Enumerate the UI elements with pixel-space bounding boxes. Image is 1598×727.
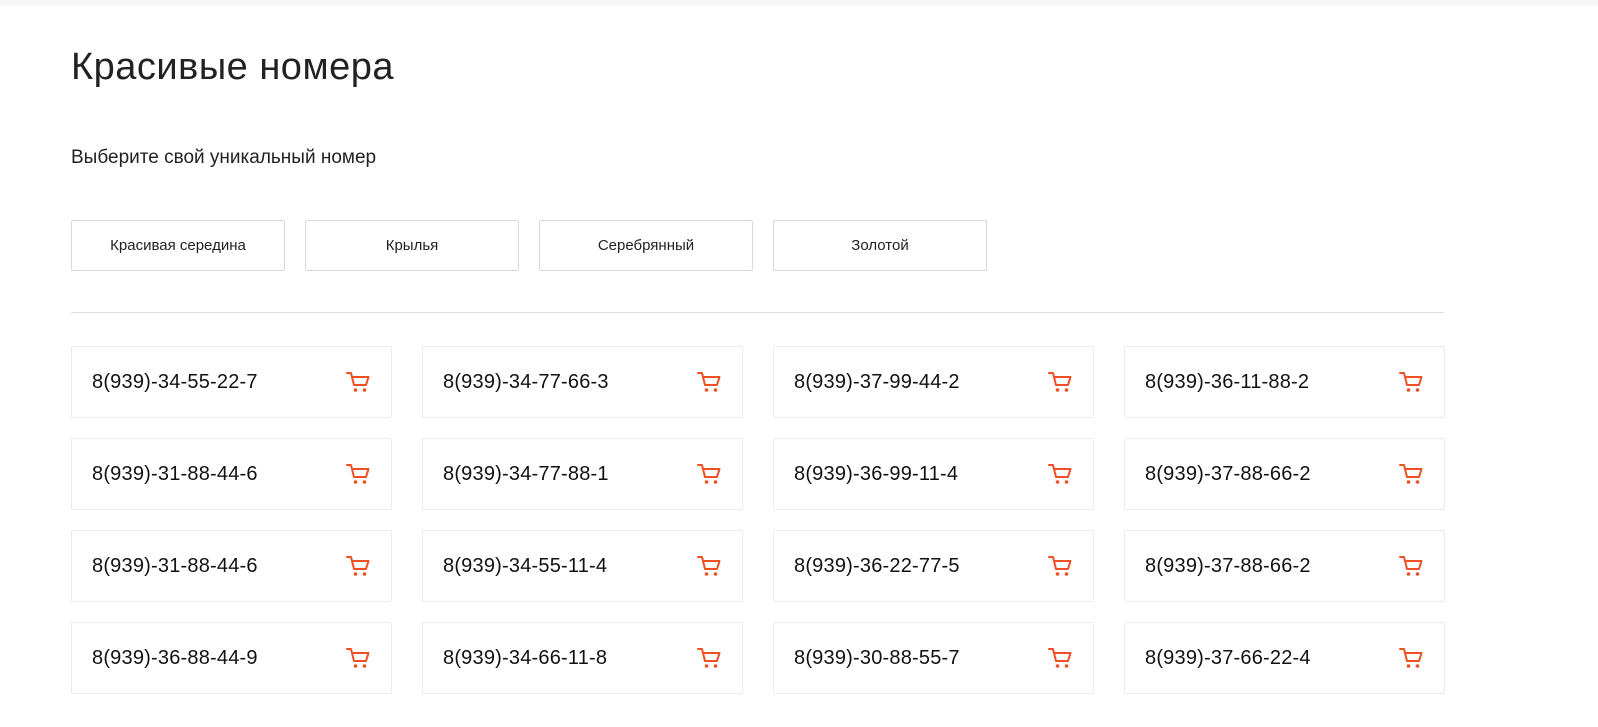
number-card: 8(939)-37-66-22-4 [1124, 622, 1445, 694]
cart-icon[interactable] [696, 553, 722, 579]
cart-icon[interactable] [1047, 553, 1073, 579]
number-card: 8(939)-34-55-11-4 [422, 530, 743, 602]
number-card: 8(939)-36-88-44-9 [71, 622, 392, 694]
page-subtitle: Выберите свой уникальный номер [71, 147, 377, 168]
cart-icon[interactable] [696, 369, 722, 395]
number-card: 8(939)-30-88-55-7 [773, 622, 1094, 694]
cart-icon[interactable] [1398, 369, 1424, 395]
filter-button-wings[interactable]: Крылья [305, 220, 519, 271]
number-card: 8(939)-34-55-22-7 [71, 346, 392, 418]
cart-icon-graphic [1048, 372, 1072, 392]
cart-icon-graphic [1048, 556, 1072, 576]
number-card: 8(939)-31-88-44-6 [71, 438, 392, 510]
cart-icon-graphic [346, 372, 370, 392]
cart-icon-graphic [1399, 464, 1423, 484]
phone-number: 8(939)-36-11-88-2 [1145, 370, 1310, 393]
cart-icon[interactable] [1398, 461, 1424, 487]
number-card: 8(939)-36-11-88-2 [1124, 346, 1445, 418]
phone-number: 8(939)-34-77-66-3 [443, 370, 609, 393]
cart-icon[interactable] [345, 645, 371, 671]
phone-number: 8(939)-31-88-44-6 [92, 554, 258, 577]
number-card: 8(939)-34-77-88-1 [422, 438, 743, 510]
cart-icon-graphic [1399, 372, 1423, 392]
cart-icon[interactable] [1398, 553, 1424, 579]
filter-bar: Красивая середина Крылья Серебрянный Зол… [71, 220, 987, 271]
cart-icon[interactable] [345, 369, 371, 395]
cart-icon-graphic [1399, 556, 1423, 576]
cart-icon[interactable] [1398, 645, 1424, 671]
number-card: 8(939)-37-99-44-2 [773, 346, 1094, 418]
cart-icon-graphic [1048, 648, 1072, 668]
filter-button-gold[interactable]: Золотой [773, 220, 987, 271]
cart-icon[interactable] [345, 553, 371, 579]
cart-icon[interactable] [696, 645, 722, 671]
cart-icon-graphic [346, 556, 370, 576]
page-title: Красивые номера [71, 46, 394, 88]
phone-number: 8(939)-36-22-77-5 [794, 554, 960, 577]
numbers-grid: 8(939)-34-55-22-7 8(939)-34-77-66-3 8(93… [71, 346, 1445, 694]
number-card: 8(939)-31-88-44-6 [71, 530, 392, 602]
cart-icon-graphic [697, 648, 721, 668]
cart-icon[interactable] [345, 461, 371, 487]
cart-icon-graphic [697, 556, 721, 576]
number-card: 8(939)-36-22-77-5 [773, 530, 1094, 602]
cart-icon-graphic [697, 372, 721, 392]
phone-number: 8(939)-34-55-22-7 [92, 370, 258, 393]
phone-number: 8(939)-31-88-44-6 [92, 462, 258, 485]
phone-number: 8(939)-37-88-66-2 [1145, 554, 1311, 577]
phone-number: 8(939)-37-99-44-2 [794, 370, 960, 393]
cart-icon-graphic [346, 648, 370, 668]
divider [71, 312, 1444, 313]
phone-number: 8(939)-36-99-11-4 [794, 462, 959, 485]
number-card: 8(939)-37-88-66-2 [1124, 530, 1445, 602]
cart-icon[interactable] [1047, 369, 1073, 395]
phone-number: 8(939)-34-77-88-1 [443, 462, 609, 485]
cart-icon[interactable] [1047, 461, 1073, 487]
number-card: 8(939)-34-77-66-3 [422, 346, 743, 418]
top-strip [0, 0, 1598, 6]
filter-button-silver[interactable]: Серебрянный [539, 220, 753, 271]
phone-number: 8(939)-30-88-55-7 [794, 646, 960, 669]
number-card: 8(939)-36-99-11-4 [773, 438, 1094, 510]
phone-number: 8(939)-34-66-11-8 [443, 646, 608, 669]
phone-number: 8(939)-34-55-11-4 [443, 554, 608, 577]
cart-icon-graphic [1048, 464, 1072, 484]
cart-icon-graphic [346, 464, 370, 484]
phone-number: 8(939)-36-88-44-9 [92, 646, 258, 669]
number-card: 8(939)-37-88-66-2 [1124, 438, 1445, 510]
phone-number: 8(939)-37-88-66-2 [1145, 462, 1311, 485]
filter-button-beautiful-middle[interactable]: Красивая середина [71, 220, 285, 271]
cart-icon[interactable] [1047, 645, 1073, 671]
phone-number: 8(939)-37-66-22-4 [1145, 646, 1311, 669]
cart-icon[interactable] [696, 461, 722, 487]
number-card: 8(939)-34-66-11-8 [422, 622, 743, 694]
cart-icon-graphic [1399, 648, 1423, 668]
cart-icon-graphic [697, 464, 721, 484]
